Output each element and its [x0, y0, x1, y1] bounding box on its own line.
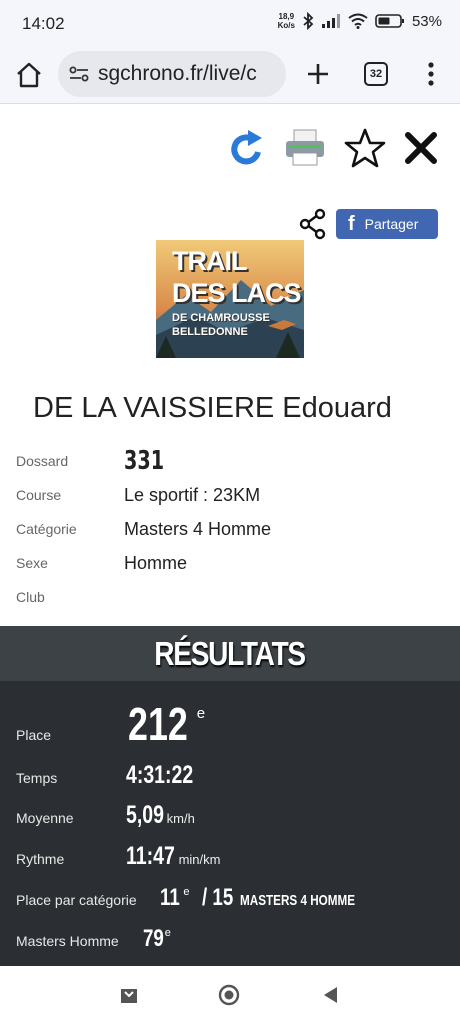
url-text: sgchrono.fr/live/c	[98, 62, 257, 85]
battery-level: 53%	[411, 12, 442, 30]
wifi-icon	[348, 13, 368, 29]
tabs-count-button[interactable]: 32	[364, 62, 388, 86]
results-title: RÉSULTATS	[154, 634, 307, 672]
info-label: Dossard	[16, 453, 69, 469]
logo-line-1: TRAIL	[172, 246, 247, 276]
system-nav-bar	[0, 966, 460, 1024]
info-label: Catégorie	[16, 521, 77, 537]
logo-line-4: BELLEDONNE	[172, 326, 248, 338]
result-label: Temps	[16, 770, 58, 786]
result-row-average: Moyenne 5,09 km/h	[16, 801, 195, 830]
average-value: 5,09	[126, 801, 164, 829]
tabs-count: 32	[369, 68, 383, 80]
info-row-bib: Dossard 331	[16, 444, 446, 478]
result-label: Place par catégorie	[16, 892, 137, 908]
result-label: Moyenne	[16, 810, 74, 826]
net-speed-value: 18,9	[278, 12, 295, 21]
athlete-name: DE LA VAISSIERE Edouard	[33, 392, 392, 424]
event-logo: TRAIL DES LACS DE CHAMROUSSE BELLEDONNE	[156, 240, 304, 358]
logo-wordmark: TRAIL DES LACS DE CHAMROUSSE BELLEDONNE	[156, 240, 304, 358]
info-row-club: Club	[16, 580, 446, 614]
status-bar: 14:02 18,9 Ko/s 53%	[0, 0, 460, 48]
info-label: Club	[16, 589, 45, 605]
back-nav-icon[interactable]	[320, 984, 342, 1006]
logo-line-2: DES LACS	[172, 278, 302, 308]
url-bar[interactable]: sgchrono.fr/live/c	[58, 51, 286, 97]
place-suffix: e	[196, 705, 206, 722]
home-nav-icon[interactable]	[218, 984, 240, 1006]
course-value: Le sportif : 23KM	[124, 484, 261, 505]
bib-number: 331	[124, 446, 165, 476]
browser-toolbar: sgchrono.fr/live/c 32	[0, 48, 460, 104]
page-actions	[228, 126, 438, 170]
refresh-icon[interactable]	[228, 126, 266, 170]
info-row-course: Course Le sportif : 23KM	[16, 478, 446, 512]
print-icon[interactable]	[284, 128, 326, 168]
results-panel: Place 212 e Temps 4:31:22 Moyenne 5,09 k…	[0, 681, 460, 966]
facebook-icon: f	[348, 212, 355, 235]
result-label: Place	[16, 727, 52, 743]
masters-place-value: 79	[143, 925, 164, 952]
facebook-share-label: Partager	[364, 216, 419, 232]
place-value: 212	[128, 698, 188, 750]
result-label: Masters Homme	[16, 933, 119, 949]
site-settings-icon[interactable]	[68, 63, 90, 85]
time-value: 4:31:22	[126, 761, 194, 789]
signal-icon	[321, 14, 340, 28]
more-menu-icon[interactable]	[424, 60, 438, 88]
recent-apps-icon[interactable]	[118, 984, 140, 1006]
info-row-category: Catégorie Masters 4 Homme	[16, 512, 446, 546]
result-row-category-place: Place par catégorie 11 e / 15 MASTERS 4 …	[16, 884, 387, 912]
category-name: MASTERS 4 HOMME	[239, 892, 355, 909]
pace-value: 11:47	[126, 842, 175, 870]
category-place-value: 11	[160, 884, 180, 911]
battery-icon	[375, 14, 404, 28]
sex-value: Homme	[124, 552, 188, 573]
net-speed-unit: Ko/s	[277, 21, 295, 30]
result-row-masters: Masters Homme 79 e	[16, 925, 171, 953]
athlete-info: Dossard 331 Course Le sportif : 23KM Cat…	[16, 444, 446, 614]
results-header: RÉSULTATS	[0, 626, 460, 681]
status-icons: 18,9 Ko/s 53%	[278, 12, 442, 30]
masters-place-suffix: e	[164, 927, 171, 939]
info-label: Course	[16, 487, 62, 503]
share-icon[interactable]	[298, 208, 328, 240]
home-icon[interactable]	[14, 60, 44, 90]
pace-unit: min/km	[178, 852, 221, 867]
logo-line-3: DE CHAMROUSSE	[172, 312, 270, 324]
result-row-place: Place 212 e	[16, 697, 205, 751]
status-time: 14:02	[22, 14, 65, 33]
favorite-star-icon[interactable]	[344, 128, 386, 168]
average-unit: km/h	[166, 811, 195, 826]
category-place-suffix: e	[183, 886, 190, 898]
new-tab-icon[interactable]	[304, 60, 332, 88]
close-icon[interactable]	[404, 131, 438, 165]
result-row-time: Temps 4:31:22	[16, 761, 212, 790]
category-value: Masters 4 Homme	[124, 518, 272, 539]
info-row-sex: Sexe Homme	[16, 546, 446, 580]
network-speed: 18,9 Ko/s	[278, 12, 295, 30]
info-label: Sexe	[16, 555, 48, 571]
bluetooth-icon	[303, 12, 314, 30]
result-row-pace: Rythme 11:47 min/km	[16, 842, 220, 871]
share-row: f Partager	[298, 208, 438, 240]
result-label: Rythme	[16, 851, 65, 867]
facebook-share-button[interactable]: f Partager	[336, 209, 438, 239]
category-total: / 15	[201, 884, 233, 911]
